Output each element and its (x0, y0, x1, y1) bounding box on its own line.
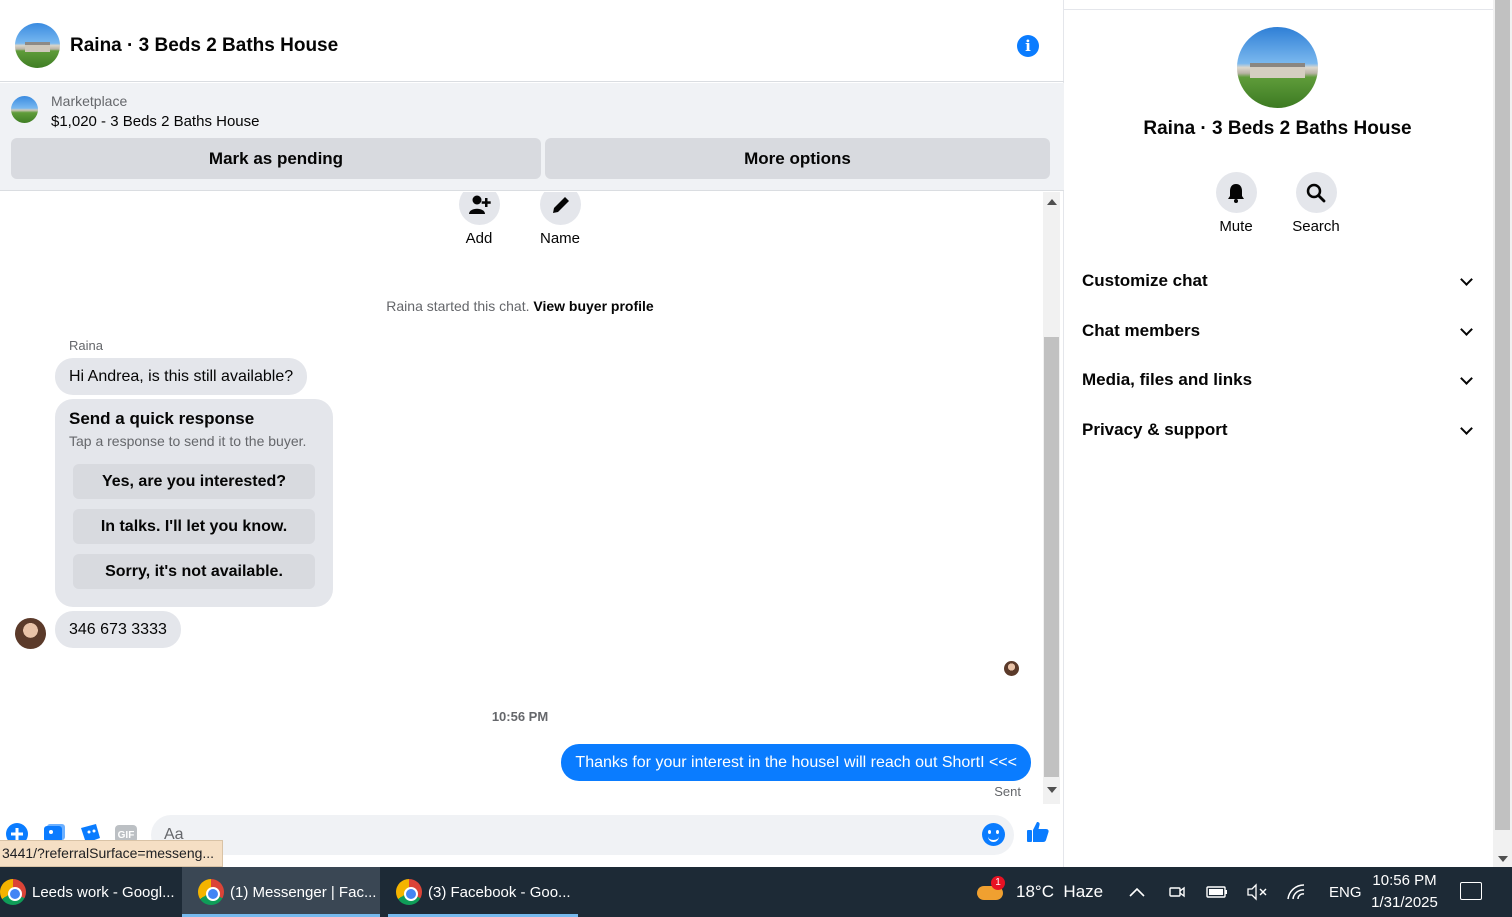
conversation-title: Raina · 3 Beds 2 Baths House (1143, 118, 1412, 139)
mark-pending-button[interactable]: Mark as pending (11, 138, 541, 179)
quick-response-subtitle: Tap a response to send it to the buyer. (69, 433, 307, 449)
weather-widget[interactable]: 1 18°C Haze (975, 867, 1103, 917)
scroll-down-arrow-icon[interactable] (1047, 787, 1057, 793)
page-scroll-down-icon[interactable] (1498, 856, 1508, 862)
weather-haze-icon: 1 (975, 876, 1005, 904)
clock-time: 10:56 PM (1372, 872, 1437, 889)
bell-icon (1228, 183, 1244, 203)
thumbs-up-icon[interactable] (1026, 820, 1050, 851)
chat-header: Raina · 3 Beds 2 Baths House i (0, 10, 1064, 82)
taskbar-window-label: (1) Messenger | Fac... (230, 883, 377, 901)
notification-center-icon[interactable] (1460, 882, 1482, 900)
search-circle[interactable] (1295, 172, 1337, 213)
taskbar-window-messenger[interactable]: (1) Messenger | Fac... (182, 867, 380, 917)
scroll-thumb[interactable] (1044, 337, 1059, 777)
battery-icon[interactable] (1206, 885, 1228, 899)
listing-thumbnail[interactable] (11, 96, 38, 123)
language-indicator[interactable]: ENG (1329, 884, 1362, 901)
taskbar: Leeds work - Googl... (1) Messenger | Fa… (0, 867, 1512, 917)
scroll-up-arrow-icon[interactable] (1047, 199, 1057, 205)
section-customize-chat[interactable]: Customize chat (1082, 266, 1474, 296)
incoming-message[interactable]: Hi Andrea, is this still available? (55, 358, 308, 395)
chevron-down-icon (1460, 422, 1473, 435)
page-scroll-thumb[interactable] (1495, 0, 1510, 830)
chat-title[interactable]: Raina · 3 Beds 2 Baths House (70, 35, 338, 57)
sent-status: Sent (994, 784, 1021, 799)
quick-response-option[interactable]: Yes, are you interested? (73, 464, 315, 499)
section-label: Privacy & support (1082, 420, 1228, 439)
read-receipt-avatar (1004, 661, 1019, 676)
like-icon (1027, 822, 1049, 842)
info-icon[interactable]: i (1017, 35, 1039, 57)
message-scrollbar[interactable] (1043, 192, 1060, 804)
link-status-bar: 3441/?referralSurface=messeng... (0, 840, 224, 867)
search-label: Search (1292, 218, 1340, 235)
sender-avatar[interactable] (15, 618, 46, 649)
listing-title[interactable]: $1,020 - 3 Beds 2 Baths House (51, 113, 259, 130)
add-label: Add (465, 230, 493, 247)
quick-response-title: Send a quick response (69, 409, 255, 428)
marketplace-label: Marketplace (51, 93, 128, 109)
taskbar-window-label: Leeds work - Googl... (32, 883, 175, 901)
pencil-icon (552, 196, 569, 213)
search-icon (1306, 183, 1326, 202)
taskbar-window-facebook[interactable]: (3) Facebook - Goo... (388, 867, 578, 917)
add-person-icon (468, 195, 491, 214)
chevron-down-icon (1460, 273, 1473, 286)
mute-button[interactable]: Mute (1196, 172, 1276, 235)
taskbar-window-leeds[interactable]: Leeds work - Googl... (0, 867, 180, 917)
taskbar-clock[interactable]: 10:56 PM 1/31/2025 (1367, 870, 1442, 914)
mute-circle[interactable] (1215, 172, 1257, 213)
message-list[interactable]: Add Name Raina started this chat. View b… (0, 192, 1064, 804)
name-label: Name (539, 230, 580, 247)
section-label: Customize chat (1082, 271, 1208, 290)
more-options-button[interactable]: More options (545, 138, 1050, 179)
name-chat-button[interactable] (540, 192, 581, 225)
chevron-down-icon (1460, 372, 1473, 385)
message-timestamp: 10:56 PM (491, 709, 549, 724)
meet-now-icon[interactable] (1168, 883, 1186, 901)
listing-avatar[interactable] (15, 23, 60, 68)
section-media-files-links[interactable]: Media, files and links (1082, 365, 1474, 395)
message-input[interactable]: Aa (151, 815, 1014, 855)
outgoing-message[interactable]: Thanks for your interest in the houseI w… (561, 744, 1031, 781)
section-label: Media, files and links (1082, 370, 1253, 389)
started-text: Raina started this chat. (386, 298, 530, 314)
weather-badge: 1 (991, 876, 1005, 890)
conversation-avatar[interactable] (1237, 27, 1318, 108)
clock-date: 1/31/2025 (1371, 894, 1438, 911)
wifi-icon[interactable] (1286, 883, 1308, 901)
conversation-info-panel: Raina · 3 Beds 2 Baths House Mute Search… (1065, 10, 1493, 867)
chrome-icon (198, 879, 224, 905)
section-label: Chat members (1082, 321, 1201, 340)
chrome-icon (396, 879, 422, 905)
taskbar-window-label: (3) Facebook - Goo... (428, 883, 571, 901)
section-privacy-support[interactable]: Privacy & support (1082, 415, 1474, 445)
search-button[interactable]: Search (1276, 172, 1356, 235)
chevron-down-icon (1460, 323, 1473, 336)
chat-started-notice: Raina started this chat. View buyer prof… (0, 298, 1040, 314)
section-chat-members[interactable]: Chat members (1082, 316, 1474, 346)
sender-name: Raina (69, 338, 103, 353)
add-person-button[interactable] (459, 192, 500, 225)
system-tray-icons: ENG (1128, 867, 1362, 917)
chrome-icon (0, 879, 26, 905)
emoji-icon[interactable] (982, 823, 1005, 846)
chat-column: Raina · 3 Beds 2 Baths House i Marketpla… (0, 0, 1064, 867)
quick-response-card: Send a quick response Tap a response to … (55, 399, 333, 607)
mute-label: Mute (1219, 218, 1253, 235)
marketplace-bar: Marketplace $1,020 - 3 Beds 2 Baths Hous… (0, 83, 1064, 191)
weather-text: 18°C Haze (1016, 882, 1104, 901)
quick-response-option[interactable]: Sorry, it's not available. (73, 554, 315, 589)
view-buyer-profile-link[interactable]: View buyer profile (533, 298, 653, 314)
chevron-up-icon[interactable] (1128, 886, 1146, 898)
volume-muted-icon[interactable] (1246, 883, 1268, 901)
page-scrollbar[interactable] (1493, 0, 1512, 867)
incoming-message[interactable]: 346 673 3333 (55, 611, 181, 648)
quick-response-option[interactable]: In talks. I'll let you know. (73, 509, 315, 544)
